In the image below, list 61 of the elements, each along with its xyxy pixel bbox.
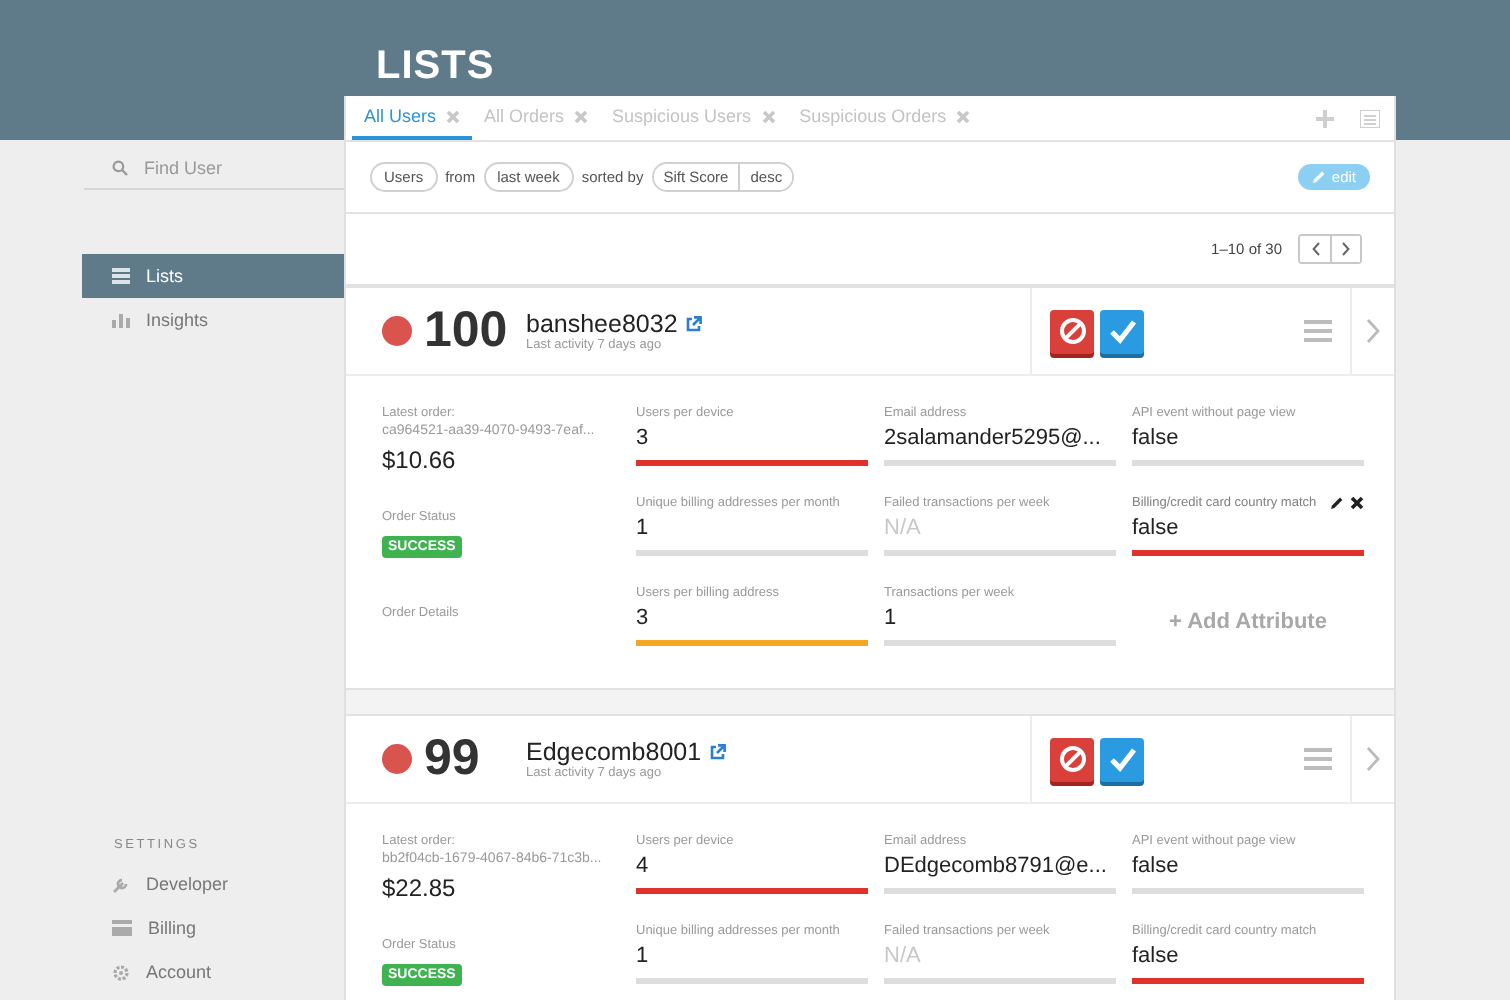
menu-icon[interactable] [1304,748,1332,770]
sidebar-item[interactable]: Billing [82,906,344,950]
block-button[interactable] [1050,309,1094,353]
attribute-value: 3 [636,424,649,454]
sidebar-label: Lists [146,266,184,286]
close-icon[interactable] [1350,496,1364,510]
search-icon [112,159,128,175]
attribute-value: false [1132,852,1179,882]
block-button[interactable] [1050,737,1094,781]
wrench-icon [112,875,130,893]
checkmark-icon [1107,318,1137,344]
risk-dot [382,744,412,774]
checkmark-icon [1107,746,1137,772]
bar-chart-icon [112,312,130,328]
sift-score: 99 [424,730,482,788]
attribute-value: 4 [636,852,649,882]
sidebar-item[interactable]: Developer [82,862,344,906]
risk-dot [382,316,412,346]
sidebar-item[interactable]: Lists [82,254,344,298]
user-name-link[interactable]: Edgecomb8001 [526,738,702,766]
search-field[interactable]: Find User [144,153,344,181]
chevron-right-icon [1342,242,1350,256]
sidebar-label: Account [146,962,212,982]
attribute-value: 3 [636,604,649,634]
sidebar-label: Developer [146,874,229,894]
approve-button[interactable] [1100,737,1144,781]
user-name-link[interactable]: banshee8032 [526,310,678,338]
chevron-right-icon[interactable] [1366,746,1380,772]
order-amount: $22.85 [382,874,458,902]
next-page-button[interactable] [1330,236,1360,262]
sidebar-label: Billing [148,918,197,938]
chevron-right-icon[interactable] [1366,318,1380,344]
order-amount: $10.66 [382,446,458,474]
sidebar-item[interactable]: Insights [82,298,344,342]
external-link-icon[interactable] [709,744,726,760]
attribute-value: DEdgecomb8791@e... [884,852,1107,882]
sidebar-item[interactable]: Account [82,950,344,994]
sift-score: 100 [424,302,510,360]
prohibited-icon [1057,316,1087,346]
page-title: LISTS [376,44,497,88]
attribute-value: false [1132,942,1179,972]
list-icon[interactable] [1360,109,1380,127]
gear-icon [112,963,130,981]
menu-icon[interactable] [1304,320,1332,342]
attribute-value: false [1132,424,1179,454]
attribute-value: 1 [636,514,649,544]
list-icon [112,268,130,284]
add-attribute-button[interactable]: + Add Attribute [1161,605,1335,637]
attribute-value: 1 [884,604,897,634]
card-icon [112,920,132,936]
sidebar-label: Insights [146,310,209,330]
attribute-value: false [1132,514,1179,544]
approve-button[interactable] [1100,309,1144,353]
plus-icon[interactable] [1316,109,1334,127]
attribute-value: 2salamander5295@... [884,424,1101,454]
chevron-left-icon [1311,242,1319,256]
external-link-icon[interactable] [685,316,702,332]
prohibited-icon [1057,744,1087,774]
pencil-icon[interactable] [1330,496,1344,510]
pencil-icon [1311,170,1326,184]
attribute-value: 1 [636,942,649,972]
